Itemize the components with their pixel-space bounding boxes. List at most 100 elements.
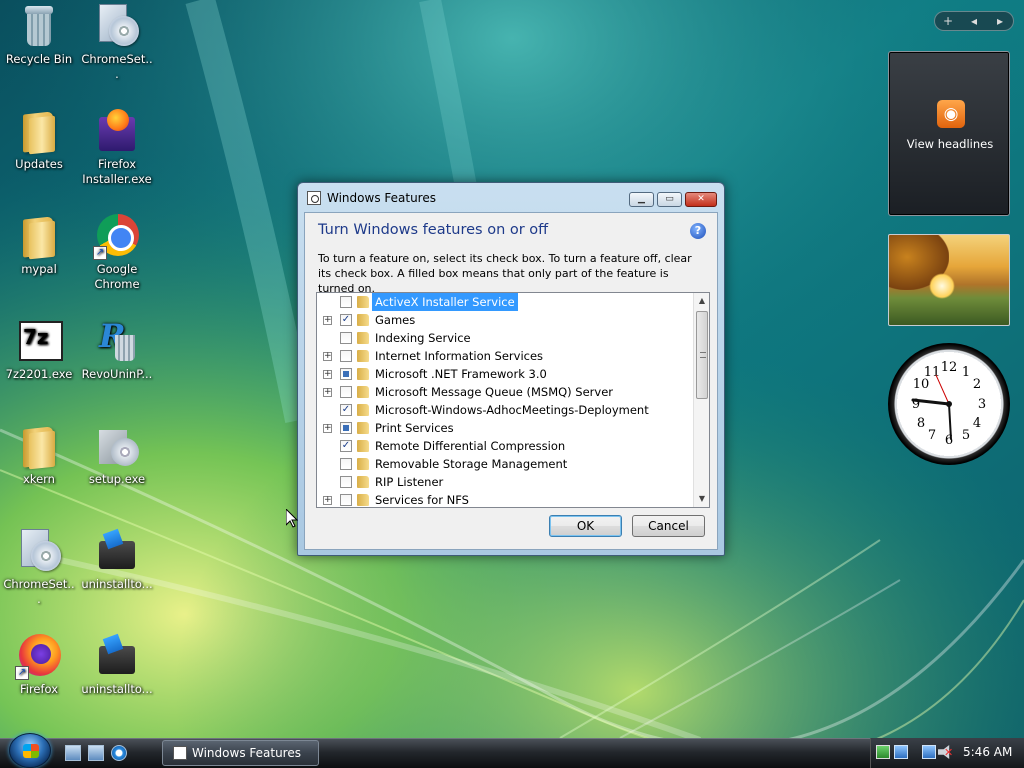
- taskbar-button-windows-features[interactable]: Windows Features: [162, 740, 319, 766]
- clock-gadget[interactable]: 12 1 2 3 4 5 6 7 8 9 10 11: [888, 343, 1010, 465]
- feature-name[interactable]: Internet Information Services: [372, 347, 546, 365]
- dialog-description: To turn a feature on, select its check b…: [318, 252, 692, 295]
- expand-icon[interactable]: +: [323, 424, 332, 433]
- internet-explorer-icon[interactable]: [111, 745, 127, 761]
- feature-checkbox[interactable]: ✓: [340, 314, 352, 326]
- feature-row[interactable]: + Print Services: [317, 419, 693, 437]
- switch-windows-icon[interactable]: [88, 745, 104, 761]
- desktop-icon-firefox[interactable]: ↗ Firefox: [0, 632, 78, 697]
- desktop-icon-label: setup.exe: [88, 472, 146, 486]
- expand-icon[interactable]: +: [323, 370, 332, 379]
- minimize-button[interactable]: ▁: [629, 192, 654, 207]
- feature-checkbox[interactable]: [340, 386, 352, 398]
- expand-icon[interactable]: +: [323, 496, 332, 505]
- desktop-icon-chromesetup-1[interactable]: ChromeSet...: [78, 2, 156, 82]
- security-center-icon[interactable]: [876, 745, 890, 759]
- folder-icon: [357, 476, 369, 488]
- feature-row[interactable]: + ✓ Games: [317, 311, 693, 329]
- desktop-icon-uninstalltool-2[interactable]: uninstallto...: [78, 632, 156, 697]
- folder-icon: [357, 404, 369, 416]
- maximize-button[interactable]: ▭: [657, 192, 682, 207]
- sidebar-controls: + ◂ ▸: [934, 11, 1014, 31]
- sun-image: [929, 273, 955, 299]
- desktop-icon-google-chrome[interactable]: ↗ Google Chrome: [78, 212, 156, 292]
- feature-row[interactable]: + Microsoft .NET Framework 3.0: [317, 365, 693, 383]
- desktop-icon-updates[interactable]: Updates: [0, 107, 78, 172]
- feature-name[interactable]: ActiveX Installer Service: [372, 293, 518, 311]
- close-button[interactable]: ✕: [685, 192, 717, 207]
- feature-name[interactable]: Removable Storage Management: [372, 455, 570, 473]
- feature-checkbox[interactable]: [340, 476, 352, 488]
- feed-headlines-label[interactable]: View headlines: [889, 137, 1011, 151]
- feature-name[interactable]: Games: [372, 311, 418, 329]
- feature-row[interactable]: Indexing Service: [317, 329, 693, 347]
- start-button[interactable]: [9, 733, 51, 768]
- feature-checkbox[interactable]: [340, 458, 352, 470]
- previous-gadget-button[interactable]: ◂: [961, 14, 987, 28]
- feature-name[interactable]: Remote Differential Compression: [372, 437, 568, 455]
- firefox-installer-icon: [93, 107, 141, 155]
- folder-icon: [357, 350, 369, 362]
- help-icon[interactable]: ?: [690, 223, 706, 239]
- desktop-icon-xkern[interactable]: xkern: [0, 422, 78, 487]
- network-icon[interactable]: [894, 745, 908, 759]
- desktop-icon-setup-exe[interactable]: setup.exe: [78, 422, 156, 487]
- expand-icon[interactable]: +: [323, 316, 332, 325]
- show-desktop-icon[interactable]: [65, 745, 81, 761]
- taskbar-clock[interactable]: 5:46 AM: [963, 745, 1012, 759]
- scroll-down-arrow-icon[interactable]: ▼: [694, 491, 709, 507]
- folder-icon: [357, 422, 369, 434]
- cancel-button[interactable]: Cancel: [632, 515, 705, 537]
- feature-row[interactable]: + Services for NFS: [317, 491, 693, 507]
- shortcut-arrow-icon: ↗: [93, 246, 107, 260]
- feature-row[interactable]: + Microsoft Message Queue (MSMQ) Server: [317, 383, 693, 401]
- feature-row[interactable]: + Internet Information Services: [317, 347, 693, 365]
- ok-button[interactable]: OK: [549, 515, 622, 537]
- feature-checkbox[interactable]: [340, 332, 352, 344]
- feature-checkbox[interactable]: ✓: [340, 404, 352, 416]
- scroll-thumb[interactable]: [696, 311, 708, 399]
- feature-checkbox[interactable]: [340, 350, 352, 362]
- slideshow-gadget[interactable]: [888, 234, 1010, 326]
- feature-name[interactable]: Services for NFS: [372, 491, 472, 507]
- dialog-titlebar[interactable]: Windows Features ▁ ▭ ✕: [298, 183, 724, 211]
- feature-name[interactable]: Microsoft .NET Framework 3.0: [372, 365, 550, 383]
- feature-row[interactable]: ✓ Microsoft-Windows-AdhocMeetings-Deploym…: [317, 401, 693, 419]
- add-gadget-button[interactable]: +: [935, 14, 961, 28]
- feature-row[interactable]: ActiveX Installer Service: [317, 293, 693, 311]
- feature-name[interactable]: Print Services: [372, 419, 457, 437]
- desktop-icon-chromesetup-2[interactable]: ChromeSet...: [0, 527, 78, 607]
- features-tree[interactable]: ▲ ▼ ActiveX Installer Service + ✓ Games Inde…: [316, 292, 710, 508]
- desktop-icon-mypal[interactable]: mypal: [0, 212, 78, 277]
- features-scrollbar[interactable]: ▲ ▼: [693, 293, 709, 507]
- 7zip-icon: [15, 317, 63, 365]
- desktop-icon-recycle-bin[interactable]: Recycle Bin: [0, 2, 78, 67]
- desktop-icon-uninstalltool-1[interactable]: uninstallto...: [78, 527, 156, 592]
- setup-disc-icon: [15, 527, 63, 575]
- feature-checkbox[interactable]: [340, 494, 352, 506]
- desktop-icon-revouninstaller[interactable]: RevoUninP...: [78, 317, 156, 382]
- setup-disc-icon: [93, 2, 141, 50]
- scroll-up-arrow-icon[interactable]: ▲: [694, 293, 709, 309]
- expand-icon[interactable]: +: [323, 388, 332, 397]
- next-gadget-button[interactable]: ▸: [987, 14, 1013, 28]
- feature-row[interactable]: Removable Storage Management: [317, 455, 693, 473]
- feature-name[interactable]: Indexing Service: [372, 329, 474, 347]
- feature-name[interactable]: Microsoft Message Queue (MSMQ) Server: [372, 383, 616, 401]
- expand-icon[interactable]: +: [323, 352, 332, 361]
- desktop-icon-firefox-installer[interactable]: Firefox Installer.exe: [78, 107, 156, 187]
- feature-checkbox[interactable]: [340, 296, 352, 308]
- dialog-heading: Turn Windows features on or off: [318, 222, 549, 238]
- windows-features-icon: [307, 191, 321, 205]
- feature-row[interactable]: RIP Listener: [317, 473, 693, 491]
- feature-checkbox[interactable]: [340, 368, 352, 380]
- feed-headlines-gadget[interactable]: ◉ View headlines: [888, 51, 1010, 216]
- feature-name[interactable]: RIP Listener: [372, 473, 446, 491]
- desktop-icon-7z2201[interactable]: 7z2201.exe: [0, 317, 78, 382]
- feature-row[interactable]: ✓ Remote Differential Compression: [317, 437, 693, 455]
- clock-face: 12 1 2 3 4 5 6 7 8 9 10 11: [911, 360, 986, 448]
- feature-checkbox[interactable]: ✓: [340, 440, 352, 452]
- network-connection-icon[interactable]: [922, 745, 936, 759]
- feature-name[interactable]: Microsoft-Windows-AdhocMeetings-Deployme…: [372, 401, 652, 419]
- feature-checkbox[interactable]: [340, 422, 352, 434]
